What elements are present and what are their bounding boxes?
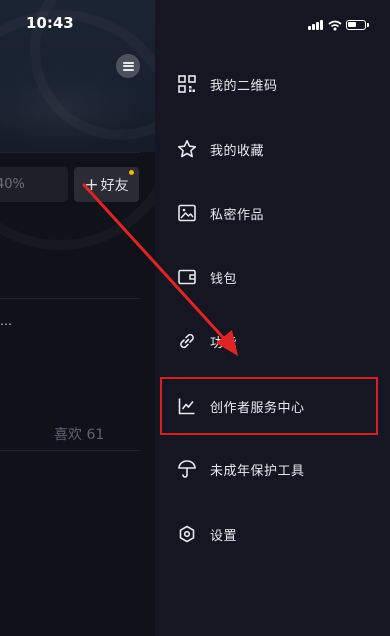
add-friend-label: 好友 [100, 177, 129, 194]
signal-icon [308, 20, 323, 30]
menu-button[interactable] [116, 54, 140, 78]
percent-box: 40% [0, 167, 68, 202]
menu-item-label: 我的收藏 [210, 143, 265, 159]
notification-dot [129, 170, 134, 175]
battery-icon [346, 20, 366, 30]
menu-item-label: 钱包 [210, 271, 238, 287]
menu-item-label: 私密作品 [210, 207, 265, 223]
menu-item-minor-protection[interactable]: 未成年保护工具 [155, 449, 390, 489]
menu-item-favorites[interactable]: 我的收藏 [155, 129, 390, 169]
menu-item-label: 我的二维码 [210, 78, 278, 94]
menu-item-private-works[interactable]: 私密作品 [155, 193, 390, 233]
menu-item-wallet[interactable]: 钱包 [155, 257, 390, 297]
status-time: 10:43 [26, 14, 74, 32]
menu-item-label: 设置 [210, 528, 238, 544]
wifi-icon [328, 20, 342, 30]
private-image-icon [176, 202, 198, 224]
plus-icon: + [84, 174, 99, 195]
umbrella-icon [176, 458, 198, 480]
status-icons [308, 18, 369, 32]
menu-item-label: 未成年保护工具 [210, 463, 305, 479]
likes-tab[interactable]: 喜欢 61 [54, 424, 104, 444]
background-profile-screen: 40% + 好友 … 喜欢 61 [0, 0, 155, 636]
wallet-icon [176, 266, 198, 288]
menu-item-qr-code[interactable]: 我的二维码 [155, 64, 390, 104]
star-icon [176, 138, 198, 160]
divider [0, 298, 140, 299]
link-icon [176, 330, 198, 352]
divider [0, 450, 140, 451]
ellipsis-text: … [0, 314, 12, 328]
settings-hex-icon [176, 523, 198, 545]
qr-code-icon [176, 73, 198, 95]
menu-item-functions[interactable]: 功能 [155, 321, 390, 361]
menu-item-settings[interactable]: 设置 [155, 514, 390, 554]
menu-item-label: 功能 [210, 335, 238, 351]
highlight-box [160, 377, 378, 435]
hamburger-icon [122, 61, 134, 71]
divider [0, 152, 140, 153]
